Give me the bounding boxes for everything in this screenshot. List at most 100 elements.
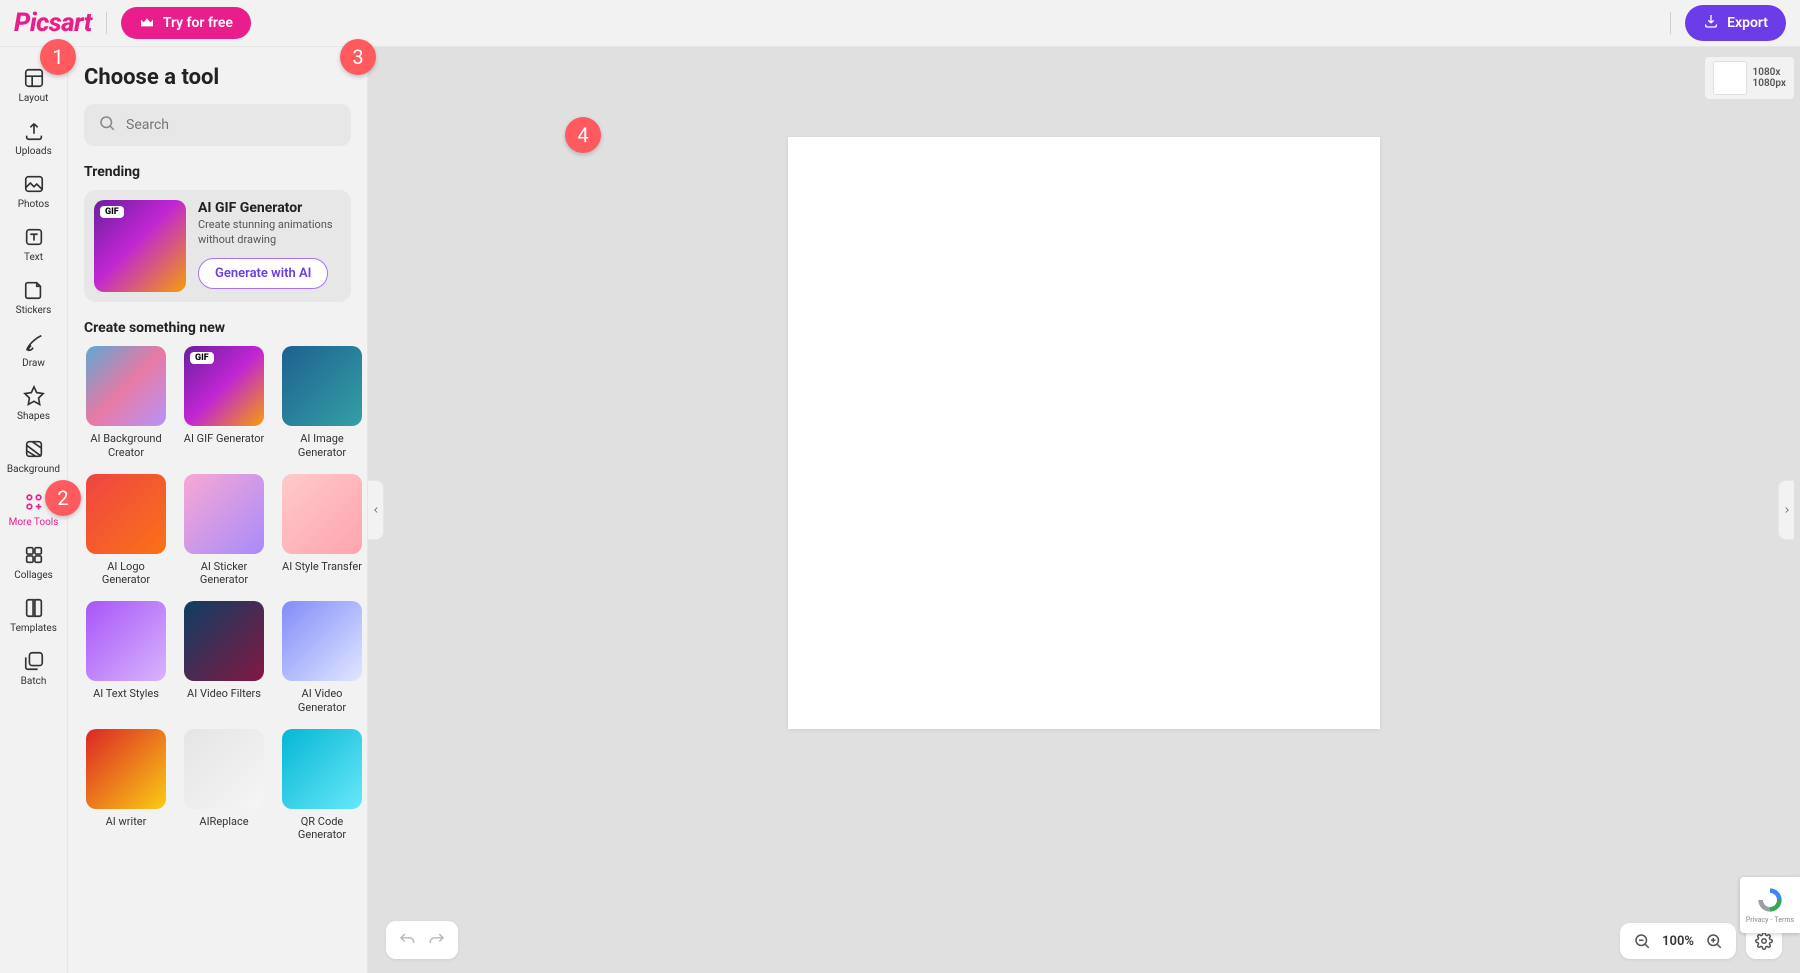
annotation-marker-4: 4 xyxy=(565,117,601,153)
rail-label: Text xyxy=(24,252,43,263)
search-input[interactable] xyxy=(126,117,337,133)
recaptcha-icon xyxy=(1756,886,1784,914)
tool-thumb: GIF xyxy=(184,346,264,426)
topbar-left: Picsart Try for free xyxy=(14,7,251,39)
trending-thumb: GIF xyxy=(94,200,186,292)
export-label: Export xyxy=(1727,15,1768,31)
rail-item-shapes[interactable]: Shapes xyxy=(5,379,63,430)
logo[interactable]: Picsart xyxy=(14,8,92,38)
rail-item-uploads[interactable]: Uploads xyxy=(5,114,63,165)
rail-item-text[interactable]: Text xyxy=(5,220,63,271)
zoom-in-button[interactable] xyxy=(1702,929,1726,953)
tool-card[interactable]: AI Text Styles xyxy=(84,601,168,715)
sticker-icon xyxy=(23,279,45,301)
search-box[interactable] xyxy=(84,104,351,146)
tool-label: QR Code Generator xyxy=(280,815,364,843)
rail-label: Draw xyxy=(22,358,45,369)
tool-card[interactable]: AI Background Creator xyxy=(84,346,168,460)
tool-panel: Choose a tool Trending GIF AI GIF Genera… xyxy=(68,47,368,973)
tool-card[interactable]: QR Code Generator xyxy=(280,729,364,843)
tool-thumb xyxy=(86,601,166,681)
canvas[interactable] xyxy=(788,137,1380,729)
rail-item-draw[interactable]: Draw xyxy=(5,326,63,377)
tool-label: AI Background Creator xyxy=(84,432,168,460)
tool-thumb xyxy=(86,729,166,809)
photo-icon xyxy=(23,173,45,195)
rail-label: Stickers xyxy=(16,305,52,316)
tool-card[interactable]: AI Video Generator xyxy=(280,601,364,715)
stack-icon xyxy=(23,650,45,672)
export-button[interactable]: Export xyxy=(1685,5,1786,41)
tool-label: AI writer xyxy=(106,815,147,829)
divider xyxy=(106,12,107,34)
zoom-out-button[interactable] xyxy=(1630,929,1654,953)
tool-thumb xyxy=(184,474,264,554)
star-icon xyxy=(23,385,45,407)
tool-thumb xyxy=(282,729,362,809)
generate-ai-button[interactable]: Generate with AI xyxy=(198,258,328,289)
try-for-free-label: Try for free xyxy=(163,15,233,31)
trending-card[interactable]: GIF AI GIF Generator Create stunning ani… xyxy=(84,190,351,302)
divider xyxy=(1670,12,1671,34)
search-icon xyxy=(98,114,116,136)
recaptcha-terms[interactable]: Terms xyxy=(1774,916,1794,924)
tool-label: AI Text Styles xyxy=(93,687,159,701)
tool-card[interactable]: GIF AI GIF Generator xyxy=(182,346,266,460)
tool-thumb xyxy=(184,729,264,809)
gif-badge: GIF xyxy=(190,352,214,364)
next-canvas-handle[interactable] xyxy=(1778,480,1794,540)
text-icon xyxy=(23,226,45,248)
tool-card[interactable]: AIReplace xyxy=(182,729,266,843)
rail-label: Photos xyxy=(18,199,50,210)
trending-title: AI GIF Generator xyxy=(198,200,341,216)
tool-card[interactable]: AI writer xyxy=(84,729,168,843)
create-heading: Create something new xyxy=(84,320,351,336)
rail-item-collages[interactable]: Collages xyxy=(5,538,63,589)
tool-card[interactable]: AI Logo Generator xyxy=(84,474,168,588)
zoom-percent: 100% xyxy=(1662,934,1694,949)
tool-label: AI Video Generator xyxy=(280,687,364,715)
rail-item-batch[interactable]: Batch xyxy=(5,644,63,695)
redo-button[interactable] xyxy=(422,929,452,951)
rail-item-templates[interactable]: Templates xyxy=(5,591,63,642)
rail-item-photos[interactable]: Photos xyxy=(5,167,63,218)
tool-thumb xyxy=(282,346,362,426)
pattern-icon xyxy=(23,438,45,460)
workspace: 1080x 1080px 100% Privacy - Terms xyxy=(368,47,1800,973)
trending-desc: Create stunning animations without drawi… xyxy=(198,218,341,248)
rail-label: More Tools xyxy=(9,517,59,528)
annotation-marker-2: 2 xyxy=(45,480,81,516)
undo-button[interactable] xyxy=(392,929,422,951)
rail-item-background[interactable]: Background xyxy=(5,432,63,483)
tool-card[interactable]: AI Image Generator xyxy=(280,346,364,460)
tool-thumb xyxy=(282,474,362,554)
tool-label: AI GIF Generator xyxy=(184,432,264,446)
recaptcha-privacy[interactable]: Privacy xyxy=(1746,916,1769,924)
gif-badge: GIF xyxy=(100,206,124,218)
zoom-group: 100% xyxy=(1620,923,1736,959)
book-icon xyxy=(23,597,45,619)
rail-item-stickers[interactable]: Stickers xyxy=(5,273,63,324)
tool-card[interactable]: AI Style Transfer xyxy=(280,474,364,588)
canvas-size-badge[interactable]: 1080x 1080px xyxy=(1705,57,1794,99)
tool-thumb xyxy=(86,474,166,554)
collapse-panel-handle[interactable] xyxy=(368,480,384,540)
canvas-width: 1080x xyxy=(1753,67,1786,78)
tool-card[interactable]: AI Video Filters xyxy=(182,601,266,715)
annotation-marker-1: 1 xyxy=(40,39,76,75)
topbar-right: Export xyxy=(1670,5,1786,41)
canvas-dims: 1080x 1080px xyxy=(1753,67,1786,89)
rail-label: Background xyxy=(7,464,60,475)
upload-icon xyxy=(23,120,45,142)
rail-label: Layout xyxy=(19,93,49,104)
rail-label: Batch xyxy=(21,676,47,687)
grid-icon xyxy=(23,544,45,566)
layout-icon xyxy=(23,67,45,89)
tools-grid: AI Background Creator GIF AI GIF Generator… xyxy=(84,346,351,842)
tool-card[interactable]: AI Sticker Generator xyxy=(182,474,266,588)
try-for-free-button[interactable]: Try for free xyxy=(121,7,251,39)
panel-title: Choose a tool xyxy=(84,65,351,90)
rail-label: Templates xyxy=(10,623,57,634)
top-bar: Picsart Try for free Export xyxy=(0,0,1800,47)
trending-heading: Trending xyxy=(84,164,351,180)
